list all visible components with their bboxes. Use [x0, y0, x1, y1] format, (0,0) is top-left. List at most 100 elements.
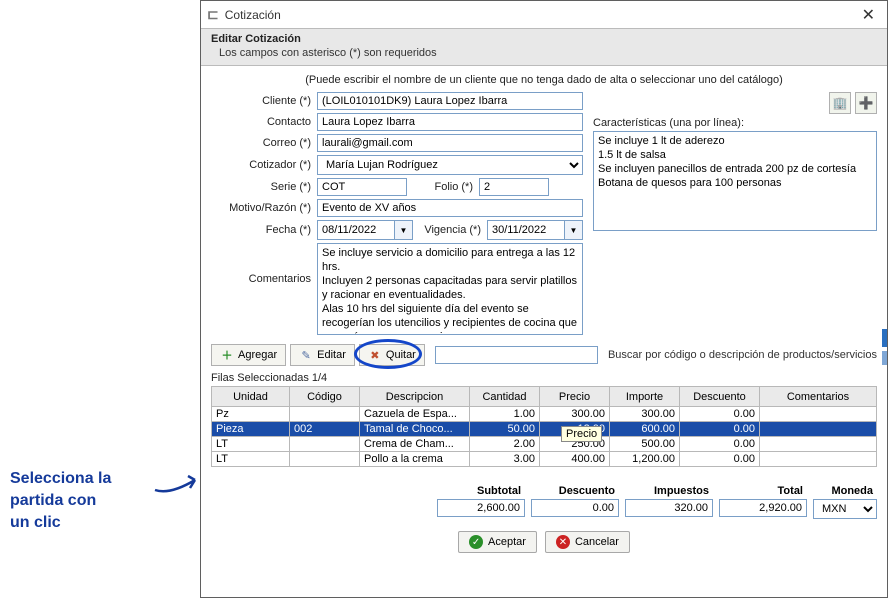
cell-codigo [290, 407, 360, 422]
contacto-field[interactable] [317, 113, 583, 131]
cancelar-button[interactable]: ✕ Cancelar [545, 531, 630, 553]
pencil-icon: ✎ [299, 348, 313, 362]
catalog-lookup-button[interactable]: 🏢 [829, 92, 851, 114]
label-comentarios: Comentarios [211, 243, 317, 285]
label-cliente: Cliente (*) [211, 95, 317, 107]
agregar-button[interactable]: ＋ Agregar [211, 344, 286, 366]
table-row[interactable]: LTPollo a la crema3.00400.001,200.000.00 [212, 452, 877, 467]
cancelar-label: Cancelar [575, 536, 619, 548]
quitar-button[interactable]: ✖ Quitar [359, 344, 425, 366]
item-search-input[interactable] [435, 346, 598, 364]
cell-descuento: 0.00 [680, 407, 760, 422]
folio-field[interactable] [479, 178, 549, 196]
cell-unidad: Pieza [212, 422, 290, 437]
label-impuestos: Impuestos [650, 485, 713, 499]
cell-unidad: LT [212, 452, 290, 467]
app-icon: ⊏ [207, 6, 219, 23]
col-descripcion[interactable]: Descripcion [360, 387, 470, 407]
form-left: Cliente (*) Contacto Correo (*) Cotizado… [211, 92, 583, 338]
fecha-dropdown-button[interactable]: ▼ [395, 220, 413, 240]
table-row[interactable]: PzCazuela de Espa...1.00300.00300.000.00 [212, 407, 877, 422]
table-row[interactable]: LTCrema de Cham...2.00250.00500.000.00 [212, 437, 877, 452]
col-importe[interactable]: Importe [610, 387, 680, 407]
cell-comentarios [760, 422, 877, 437]
required-hint: Los campos con asterisco (*) son requeri… [219, 47, 877, 59]
cell-importe: 500.00 [610, 437, 680, 452]
x-icon: ✕ [556, 535, 570, 549]
label-folio: Folio (*) [407, 181, 479, 193]
edit-title: Editar Cotización [211, 33, 877, 45]
table-row[interactable]: Pieza002Tamal de Choco...50.0012.00600.0… [212, 422, 877, 437]
label-cotizador: Cotizador (*) [211, 159, 317, 171]
impuestos-field[interactable] [625, 499, 713, 517]
table-header-row: Unidad Código Descripcion Cantidad Preci… [212, 387, 877, 407]
label-fecha: Fecha (*) [211, 224, 317, 236]
col-comentarios[interactable]: Comentarios [760, 387, 877, 407]
close-button[interactable]: ✕ [856, 5, 881, 25]
label-contacto: Contacto [211, 116, 317, 128]
caracteristicas-field[interactable] [593, 131, 877, 231]
vigencia-dropdown-button[interactable]: ▼ [565, 220, 583, 240]
motivo-field[interactable] [317, 199, 583, 217]
cell-codigo [290, 452, 360, 467]
label-correo: Correo (*) [211, 137, 317, 149]
cell-descripcion: Crema de Cham... [360, 437, 470, 452]
totals-row: Subtotal Descuento Impuestos Total Moned… [211, 485, 877, 519]
title-bar: ⊏ Cotización ✕ [201, 1, 887, 29]
cell-unidad: Pz [212, 407, 290, 422]
moneda-select[interactable]: MXN [813, 499, 877, 519]
col-descuento[interactable]: Descuento [680, 387, 760, 407]
cell-codigo [290, 437, 360, 452]
side-marker2-icon [882, 351, 887, 365]
cell-cantidad: 3.00 [470, 452, 540, 467]
window-title: Cotización [225, 8, 281, 22]
cell-comentarios [760, 452, 877, 467]
editar-button[interactable]: ✎ Editar [290, 344, 355, 366]
plus-icon: ＋ [220, 348, 234, 362]
editar-label: Editar [317, 349, 346, 361]
cotizador-select[interactable]: María Lujan Rodríguez [317, 155, 583, 175]
fecha-field[interactable] [317, 220, 395, 240]
price-tooltip: Precio [561, 426, 602, 442]
comentarios-field[interactable] [317, 243, 583, 335]
col-cantidad[interactable]: Cantidad [470, 387, 540, 407]
dialog-buttons: ✓ Aceptar ✕ Cancelar [211, 531, 877, 553]
col-codigo[interactable]: Código [290, 387, 360, 407]
building-icon: 🏢 [833, 96, 848, 110]
cell-importe: 1,200.00 [610, 452, 680, 467]
cell-comentarios [760, 407, 877, 422]
col-unidad[interactable]: Unidad [212, 387, 290, 407]
aceptar-button[interactable]: ✓ Aceptar [458, 531, 537, 553]
side-marker-icon [882, 329, 887, 347]
cell-descuento: 0.00 [680, 437, 760, 452]
cliente-field[interactable] [317, 92, 583, 110]
items-toolbar: ＋ Agregar ✎ Editar ✖ Quitar Buscar por c… [211, 344, 877, 366]
cell-unidad: LT [212, 437, 290, 452]
items-table: Unidad Código Descripcion Cantidad Preci… [211, 386, 877, 467]
quitar-label: Quitar [386, 349, 416, 361]
label-total: Total [774, 485, 807, 499]
total-field[interactable] [719, 499, 807, 517]
check-icon: ✓ [469, 535, 483, 549]
col-precio[interactable]: Precio [540, 387, 610, 407]
label-subtotal: Subtotal [473, 485, 525, 499]
cell-cantidad: 2.00 [470, 437, 540, 452]
form-right: 🏢 ➕ Características (una por línea): [593, 92, 877, 338]
aceptar-label: Aceptar [488, 536, 526, 548]
cell-precio: 300.00 [540, 407, 610, 422]
label-vigencia: Vigencia (*) [413, 224, 487, 236]
label-moneda: Moneda [827, 485, 877, 499]
quote-window: ⊏ Cotización ✕ Editar Cotización Los cam… [200, 0, 888, 598]
dialog-body: (Puede escribir el nombre de un cliente … [201, 66, 887, 597]
descuento-total-field[interactable] [531, 499, 619, 517]
label-tot-descuento: Descuento [555, 485, 619, 499]
subtotal-field[interactable] [437, 499, 525, 517]
cell-descripcion: Pollo a la crema [360, 452, 470, 467]
catalog-hint: (Puede escribir el nombre de un cliente … [211, 74, 877, 86]
cell-descripcion: Tamal de Choco... [360, 422, 470, 437]
vigencia-field[interactable] [487, 220, 565, 240]
add-client-button[interactable]: ➕ [855, 92, 877, 114]
correo-field[interactable] [317, 134, 583, 152]
cell-importe: 600.00 [610, 422, 680, 437]
serie-field[interactable] [317, 178, 407, 196]
